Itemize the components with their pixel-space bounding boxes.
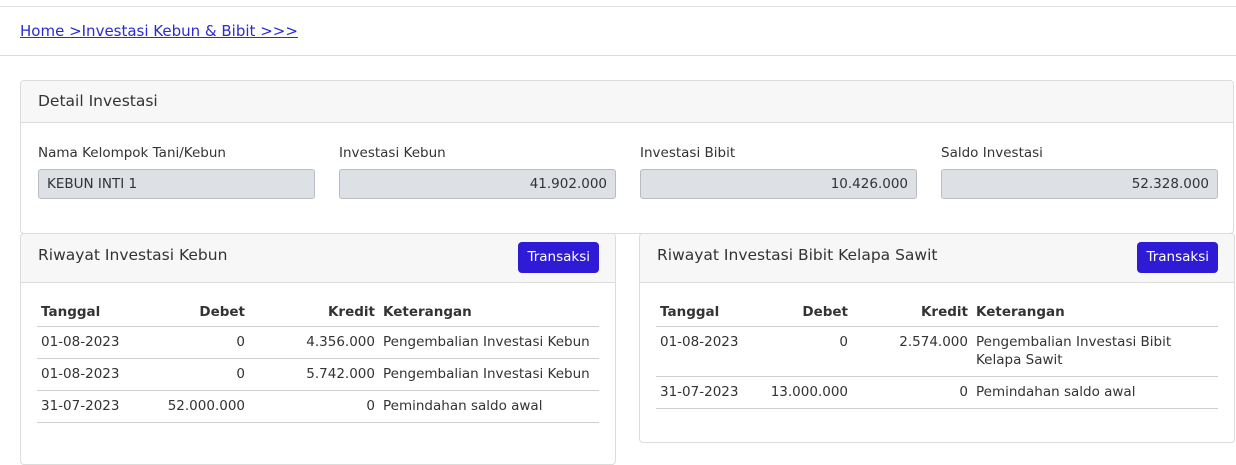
investasi-bibit-field[interactable]: 10.426.000	[640, 169, 917, 199]
table-row: 31-07-2023 13.000.000 0 Pemindahan saldo…	[656, 376, 1218, 409]
riwayat-kebun-table: Tanggal Debet Kredit Keterangan 01-08-20…	[37, 300, 599, 423]
cell-kredit: 4.356.000	[249, 326, 379, 359]
nama-kelompok-field[interactable]: KEBUN INTI 1	[38, 169, 315, 199]
table-row: 01-08-2023 0 5.742.000 Pengembalian Inve…	[37, 358, 599, 391]
cell-kredit: 5.742.000	[249, 358, 379, 391]
riwayat-bibit-card: Riwayat Investasi Bibit Kelapa Sawit Tra…	[639, 233, 1235, 443]
cell-tanggal: 31-07-2023	[656, 376, 752, 409]
cell-tanggal: 01-08-2023	[37, 358, 141, 391]
riwayat-bibit-header: Riwayat Investasi Bibit Kelapa Sawit Tra…	[640, 234, 1234, 283]
cell-kredit: 0	[852, 376, 972, 409]
cell-keterangan: Pengembalian Investasi Kebun	[379, 326, 599, 359]
saldo-investasi-label: Saldo Investasi	[941, 145, 1043, 161]
col-debet: Debet	[141, 300, 249, 327]
table-header-row: Tanggal Debet Kredit Keterangan	[656, 300, 1218, 327]
cell-debet: 0	[752, 326, 852, 377]
cell-tanggal: 01-08-2023	[656, 326, 752, 377]
col-tanggal: Tanggal	[37, 300, 141, 327]
cell-kredit: 0	[249, 390, 379, 423]
riwayat-kebun-card: Riwayat Investasi Kebun Transaksi Tangga…	[20, 233, 616, 465]
table-row: 31-07-2023 52.000.000 0 Pemindahan saldo…	[37, 390, 599, 423]
cell-debet: 52.000.000	[141, 390, 249, 423]
cell-tanggal: 01-08-2023	[37, 326, 141, 359]
transaksi-kebun-button[interactable]: Transaksi	[518, 242, 599, 273]
col-debet: Debet	[752, 300, 852, 327]
riwayat-bibit-table: Tanggal Debet Kredit Keterangan 01-08-20…	[656, 300, 1218, 409]
detail-investasi-card: Detail Investasi Nama Kelompok Tani/Kebu…	[20, 80, 1234, 234]
riwayat-kebun-header: Riwayat Investasi Kebun Transaksi	[21, 234, 615, 283]
saldo-investasi-field[interactable]: 52.328.000	[941, 169, 1218, 199]
table-header-row: Tanggal Debet Kredit Keterangan	[37, 300, 599, 327]
col-keterangan: Keterangan	[972, 300, 1218, 327]
breadcrumb-link[interactable]: Home >Investasi Kebun & Bibit >>>	[20, 22, 298, 40]
investasi-kebun-field[interactable]: 41.902.000	[339, 169, 616, 199]
cell-debet: 0	[141, 326, 249, 359]
col-keterangan: Keterangan	[379, 300, 599, 327]
cell-keterangan: Pemindahan saldo awal	[379, 390, 599, 423]
detail-card-header: Detail Investasi	[21, 81, 1233, 123]
investasi-kebun-label: Investasi Kebun	[339, 145, 446, 161]
nama-kelompok-label: Nama Kelompok Tani/Kebun	[38, 145, 226, 161]
cell-kredit: 2.574.000	[852, 326, 972, 377]
cell-keterangan: Pengembalian Investasi Kebun	[379, 358, 599, 391]
cell-debet: 13.000.000	[752, 376, 852, 409]
cell-keterangan: Pemindahan saldo awal	[972, 376, 1218, 409]
transaksi-bibit-button[interactable]: Transaksi	[1137, 242, 1218, 273]
cell-debet: 0	[141, 358, 249, 391]
table-row: 01-08-2023 0 4.356.000 Pengembalian Inve…	[37, 326, 599, 359]
detail-card-title: Detail Investasi	[38, 92, 158, 110]
col-kredit: Kredit	[249, 300, 379, 327]
col-kredit: Kredit	[852, 300, 972, 327]
riwayat-kebun-title: Riwayat Investasi Kebun	[38, 246, 228, 264]
cell-keterangan: Pengembalian Investasi Bibit Kelapa Sawi…	[972, 326, 1218, 377]
breadcrumb-bar: Home >Investasi Kebun & Bibit >>>	[0, 7, 1236, 56]
col-tanggal: Tanggal	[656, 300, 752, 327]
cell-tanggal: 31-07-2023	[37, 390, 141, 423]
riwayat-bibit-title: Riwayat Investasi Bibit Kelapa Sawit	[657, 246, 938, 264]
investasi-bibit-label: Investasi Bibit	[640, 145, 736, 161]
table-row: 01-08-2023 0 2.574.000 Pengembalian Inve…	[656, 326, 1218, 377]
